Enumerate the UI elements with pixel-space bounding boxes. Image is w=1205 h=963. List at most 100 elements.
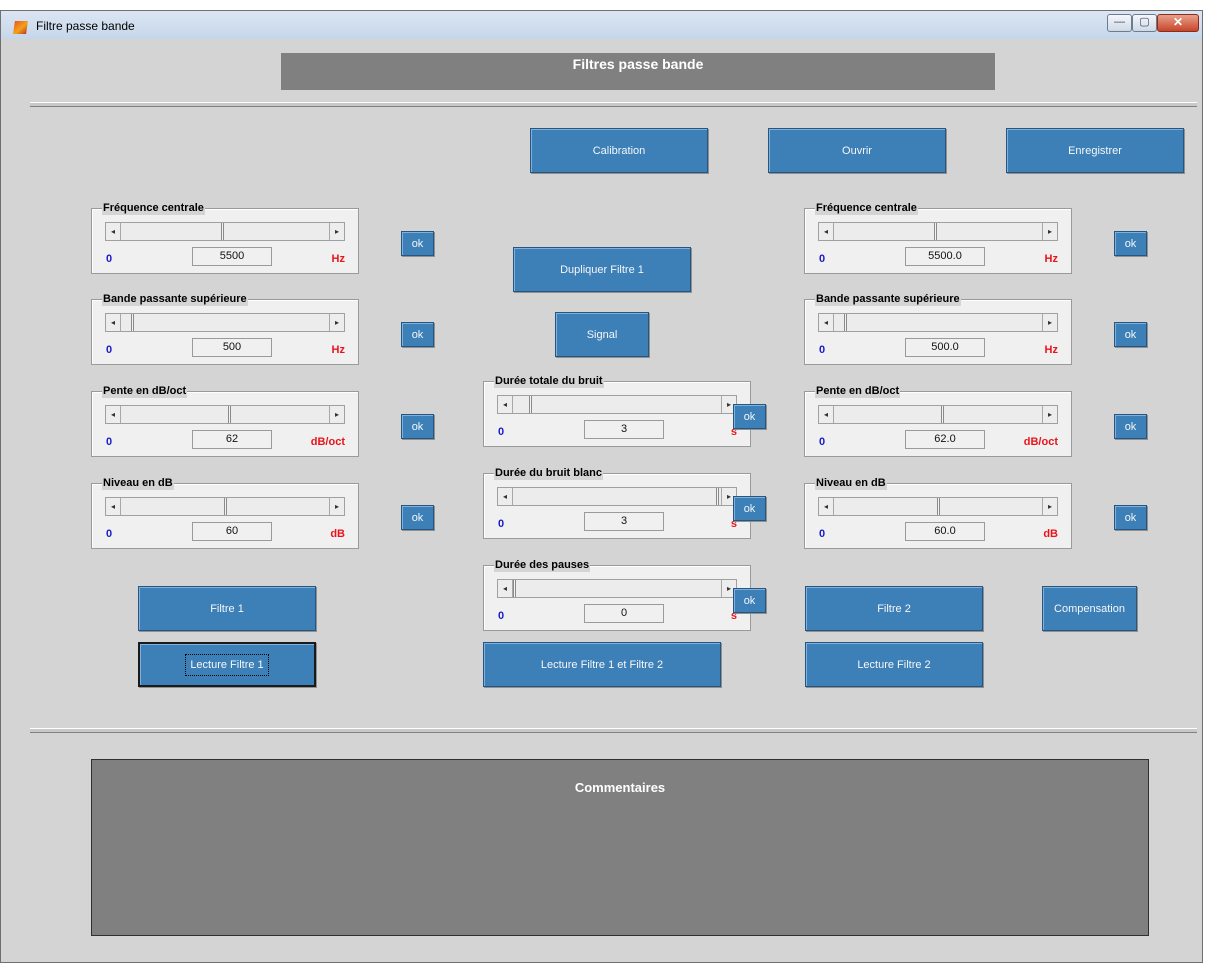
filter2-freq-slider[interactable]: ◂ ▸ [818, 222, 1058, 241]
minimize-button[interactable]: — [1107, 14, 1132, 32]
figure-area: Filtres passe bande Calibration Ouvrir E… [10, 39, 1197, 954]
slider-track[interactable] [121, 406, 329, 423]
slider-thumb[interactable] [934, 223, 937, 240]
slider-min-label: 0 [106, 344, 113, 356]
filter1-button[interactable]: Filtre 1 [138, 586, 316, 631]
filter2-freq-value-field[interactable]: 5500.0 [905, 247, 985, 266]
panel-title: Pente en dB/oct [102, 384, 188, 398]
filter1-pente-ok-button[interactable]: ok [401, 414, 434, 439]
slider-right-arrow-icon[interactable]: ▸ [329, 406, 344, 423]
slider-thumb[interactable] [941, 406, 944, 423]
filter2-pente-panel: Pente en dB/oct ◂ ▸ 0 62.0 dB/oct [804, 384, 1072, 457]
slider-track[interactable] [834, 406, 1042, 423]
filter1-pente-slider[interactable]: ◂ ▸ [105, 405, 345, 424]
slider-right-arrow-icon[interactable]: ▸ [1042, 223, 1057, 240]
slider-track[interactable] [121, 223, 329, 240]
slider-left-arrow-icon[interactable]: ◂ [106, 314, 121, 331]
play-both-filters-button[interactable]: Lecture Filtre 1 et Filtre 2 [483, 642, 721, 687]
duree-blanc-value-field[interactable]: 3 [584, 512, 664, 531]
slider-left-arrow-icon[interactable]: ◂ [819, 498, 834, 515]
duree-pauses-slider[interactable]: ◂ ▸ [497, 579, 737, 598]
filter1-freq-slider[interactable]: ◂ ▸ [105, 222, 345, 241]
filter1-niveau-ok-button[interactable]: ok [401, 505, 434, 530]
slider-track[interactable] [513, 488, 721, 505]
filter1-bande-value-field[interactable]: 500 [192, 338, 272, 357]
panel-title: Fréquence centrale [102, 201, 205, 215]
filter2-pente-slider[interactable]: ◂ ▸ [818, 405, 1058, 424]
filter1-bande-slider[interactable]: ◂ ▸ [105, 313, 345, 332]
slider-left-arrow-icon[interactable]: ◂ [498, 580, 513, 597]
duplicate-filter1-button[interactable]: Dupliquer Filtre 1 [513, 247, 691, 292]
slider-left-arrow-icon[interactable]: ◂ [106, 498, 121, 515]
duree-totale-value-field[interactable]: 3 [584, 420, 664, 439]
slider-track[interactable] [513, 396, 721, 413]
save-button[interactable]: Enregistrer [1006, 128, 1184, 173]
filter1-pente-value-field[interactable]: 62 [192, 430, 272, 449]
filter1-bande-panel: Bande passante supérieure ◂ ▸ 0 500 Hz [91, 292, 359, 365]
separator-bottom [30, 728, 1197, 733]
slider-left-arrow-icon[interactable]: ◂ [819, 406, 834, 423]
duree-totale-ok-button[interactable]: ok [733, 404, 766, 429]
separator-top [30, 102, 1197, 107]
slider-thumb[interactable] [529, 396, 532, 413]
slider-track[interactable] [834, 223, 1042, 240]
close-button[interactable]: ✕ [1157, 14, 1199, 32]
slider-right-arrow-icon[interactable]: ▸ [329, 498, 344, 515]
filter2-freq-ok-button[interactable]: ok [1114, 231, 1147, 256]
slider-right-arrow-icon[interactable]: ▸ [1042, 314, 1057, 331]
slider-thumb[interactable] [716, 488, 719, 505]
slider-thumb[interactable] [131, 314, 134, 331]
slider-track[interactable] [121, 498, 329, 515]
slider-thumb[interactable] [844, 314, 847, 331]
slider-left-arrow-icon[interactable]: ◂ [819, 314, 834, 331]
duree-blanc-slider[interactable]: ◂ ▸ [497, 487, 737, 506]
slider-track[interactable] [121, 314, 329, 331]
duree-totale-slider[interactable]: ◂ ▸ [497, 395, 737, 414]
slider-right-arrow-icon[interactable]: ▸ [1042, 498, 1057, 515]
filter2-pente-ok-button[interactable]: ok [1114, 414, 1147, 439]
filter2-niveau-slider[interactable]: ◂ ▸ [818, 497, 1058, 516]
filter2-bande-slider[interactable]: ◂ ▸ [818, 313, 1058, 332]
filter2-bande-ok-button[interactable]: ok [1114, 322, 1147, 347]
slider-right-arrow-icon[interactable]: ▸ [329, 223, 344, 240]
duree-blanc-ok-button[interactable]: ok [733, 496, 766, 521]
maximize-button[interactable]: ▢ [1132, 14, 1157, 32]
slider-track[interactable] [513, 580, 721, 597]
compensation-button[interactable]: Compensation [1042, 586, 1137, 631]
slider-right-arrow-icon[interactable]: ▸ [329, 314, 344, 331]
slider-track[interactable] [834, 498, 1042, 515]
filter1-freq-value-field[interactable]: 5500 [192, 247, 272, 266]
slider-left-arrow-icon[interactable]: ◂ [498, 396, 513, 413]
slider-thumb[interactable] [513, 580, 516, 597]
slider-left-arrow-icon[interactable]: ◂ [106, 223, 121, 240]
slider-left-arrow-icon[interactable]: ◂ [498, 488, 513, 505]
calibration-button[interactable]: Calibration [530, 128, 708, 173]
slider-right-arrow-icon[interactable]: ▸ [1042, 406, 1057, 423]
slider-left-arrow-icon[interactable]: ◂ [819, 223, 834, 240]
filter1-niveau-value-field[interactable]: 60 [192, 522, 272, 541]
filter2-button[interactable]: Filtre 2 [805, 586, 983, 631]
filter2-niveau-value-field[interactable]: 60.0 [905, 522, 985, 541]
signal-button[interactable]: Signal [555, 312, 649, 357]
comments-area[interactable]: Commentaires [91, 759, 1149, 936]
slider-track[interactable] [834, 314, 1042, 331]
filter2-label: Filtre 2 [877, 602, 911, 615]
slider-thumb[interactable] [221, 223, 224, 240]
filter2-niveau-ok-button[interactable]: ok [1114, 505, 1147, 530]
slider-unit-label: Hz [1044, 253, 1058, 265]
play-filter1-button[interactable]: Lecture Filtre 1 [138, 642, 316, 687]
open-button[interactable]: Ouvrir [768, 128, 946, 173]
filter1-niveau-slider[interactable]: ◂ ▸ [105, 497, 345, 516]
play-filter2-button[interactable]: Lecture Filtre 2 [805, 642, 983, 687]
filter1-freq-ok-button[interactable]: ok [401, 231, 434, 256]
slider-thumb[interactable] [224, 498, 227, 515]
slider-thumb[interactable] [937, 498, 940, 515]
duree-pauses-value-field[interactable]: 0 [584, 604, 664, 623]
filter1-bande-ok-button[interactable]: ok [401, 322, 434, 347]
slider-left-arrow-icon[interactable]: ◂ [106, 406, 121, 423]
filter2-bande-value-field[interactable]: 500.0 [905, 338, 985, 357]
slider-thumb[interactable] [228, 406, 231, 423]
slider-min-label: 0 [498, 610, 505, 622]
filter2-pente-value-field[interactable]: 62.0 [905, 430, 985, 449]
duree-pauses-ok-button[interactable]: ok [733, 588, 766, 613]
